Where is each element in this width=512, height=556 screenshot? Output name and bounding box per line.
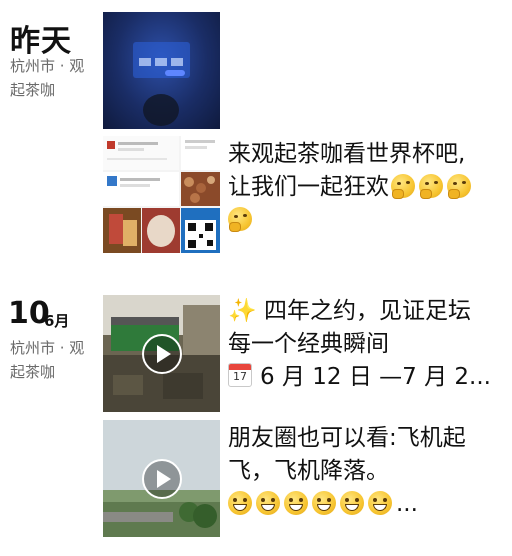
post-thumbnail-collage[interactable] [103,136,220,253]
post-caption-line3: 6 月 12 日 —7 月 2... [260,364,491,390]
post-caption-line1: 四年之约，见证足坛 [263,298,471,324]
post-caption-four-years[interactable]: ✨ 四年之约，见证足坛 每一个经典瞬间 17 6 月 12 日 —7 月 2... [228,295,498,394]
post-thumbnail-countdown[interactable] [103,12,220,129]
thinking-face-icon [391,174,415,199]
grinning-face-icon [312,491,336,515]
post-caption-line1: 来观起茶咖看世界杯吧, [228,141,466,167]
post-caption-worldcup[interactable]: 来观起茶咖看世界杯吧, 让我们一起狂欢 [228,138,498,237]
calendar-icon: 17 [228,363,252,387]
location-label[interactable]: 杭州市 · 观 起茶咖 [10,336,98,384]
post-caption-line2: 让我们一起狂欢 [228,174,389,200]
grinning-face-icon [284,491,308,515]
grinning-face-icon [256,491,280,515]
sparkles-icon: ✨ [228,298,257,324]
play-icon[interactable] [142,334,182,374]
caption-ellipsis: ... [396,491,418,517]
post-caption-line2: 每一个经典瞬间 [228,331,389,357]
thinking-face-icon [419,174,443,199]
grinning-face-icon [228,491,252,515]
calendar-day: 17 [233,370,247,383]
location-label[interactable]: 杭州市 · 观 起茶咖 [10,54,98,102]
collage-image [103,136,220,253]
post-caption-airplane[interactable]: 朋友圈也可以看:飞机起 飞，飞机降落。 ... [228,422,498,521]
video-thumbnail-airport[interactable] [103,420,220,537]
video-thumbnail-cafe[interactable] [103,295,220,412]
play-icon[interactable] [142,459,182,499]
location-line1: 杭州市 · 观 [10,339,85,357]
location-line2: 起茶咖 [10,363,56,381]
countdown-screen-image [133,42,190,126]
grinning-face-icon [368,491,392,515]
thinking-face-icon [228,207,252,232]
location-line1: 杭州市 · 观 [10,57,85,75]
thinking-face-icon [447,174,471,199]
location-line2: 起茶咖 [10,81,56,99]
post-caption-line2: 飞，飞机降落。 [228,458,389,484]
date-month: 6月 [44,312,70,330]
grinning-face-icon [340,491,364,515]
post-caption-line1: 朋友圈也可以看:飞机起 [228,425,466,451]
